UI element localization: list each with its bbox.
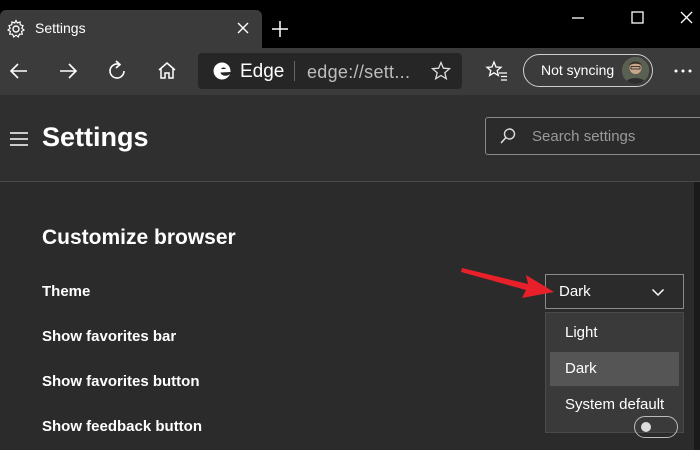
- new-tab-plus-icon[interactable]: [268, 17, 292, 41]
- hamburger-menu-icon[interactable]: [9, 131, 29, 147]
- close-tab-icon[interactable]: [232, 17, 254, 39]
- refresh-icon[interactable]: [104, 58, 130, 84]
- search-icon: [500, 128, 516, 144]
- theme-label: Theme: [42, 283, 91, 300]
- more-options-ellipsis-icon[interactable]: [670, 60, 696, 82]
- address-brand: Edge: [240, 61, 285, 82]
- not-syncing-profile-button[interactable]: Not syncing: [523, 54, 653, 87]
- theme-dropdown[interactable]: Dark: [545, 274, 684, 309]
- search-placeholder: Search settings: [532, 128, 636, 145]
- forward-arrow-icon[interactable]: [55, 58, 81, 84]
- title-bar: Settings: [0, 0, 700, 48]
- show-feedback-button-label: Show feedback button: [42, 418, 203, 435]
- theme-option-label: Dark: [565, 360, 597, 377]
- settings-header: Settings Search settings: [0, 95, 700, 182]
- profile-avatar: [622, 57, 649, 84]
- feedback-button-toggle[interactable]: [634, 416, 678, 438]
- theme-dropdown-value: Dark: [559, 283, 591, 300]
- red-annotation-arrow: [461, 268, 554, 298]
- address-divider: [294, 61, 295, 81]
- theme-option-dark[interactable]: Dark: [550, 352, 679, 386]
- show-favorites-button-label: Show favorites button: [42, 373, 200, 390]
- sync-status-label: Not syncing: [541, 62, 615, 78]
- person-photo-icon: [622, 57, 649, 84]
- chevron-down-icon: [651, 288, 665, 297]
- search-settings-input[interactable]: Search settings: [485, 117, 700, 155]
- add-favorite-star-icon[interactable]: [430, 60, 452, 82]
- show-favorites-bar-label: Show favorites bar: [42, 328, 177, 345]
- theme-option-light[interactable]: Light: [550, 316, 679, 350]
- gear-icon: [6, 19, 26, 38]
- theme-option-label: Light: [565, 324, 598, 341]
- browser-tab-settings[interactable]: Settings: [0, 10, 262, 48]
- page-title: Settings: [42, 122, 149, 152]
- address-url[interactable]: edge://sett...: [307, 62, 410, 83]
- tab-title: Settings: [35, 20, 86, 36]
- scrollbar[interactable]: [694, 182, 700, 450]
- home-icon[interactable]: [154, 58, 180, 84]
- favorites-icon[interactable]: [484, 58, 510, 84]
- back-arrow-icon[interactable]: [6, 58, 32, 84]
- edge-logo-icon: [213, 62, 231, 80]
- theme-option-label: System default: [565, 396, 665, 413]
- close-window-icon[interactable]: [673, 8, 699, 28]
- section-title: Customize browser: [42, 226, 236, 249]
- address-bar[interactable]: Edge edge://sett...: [198, 53, 462, 89]
- browser-toolbar: Edge edge://sett... Not syncing: [0, 48, 700, 95]
- maximize-icon[interactable]: [624, 8, 650, 28]
- theme-options-menu: Light Dark System default: [545, 312, 684, 433]
- minimize-icon[interactable]: [565, 8, 591, 28]
